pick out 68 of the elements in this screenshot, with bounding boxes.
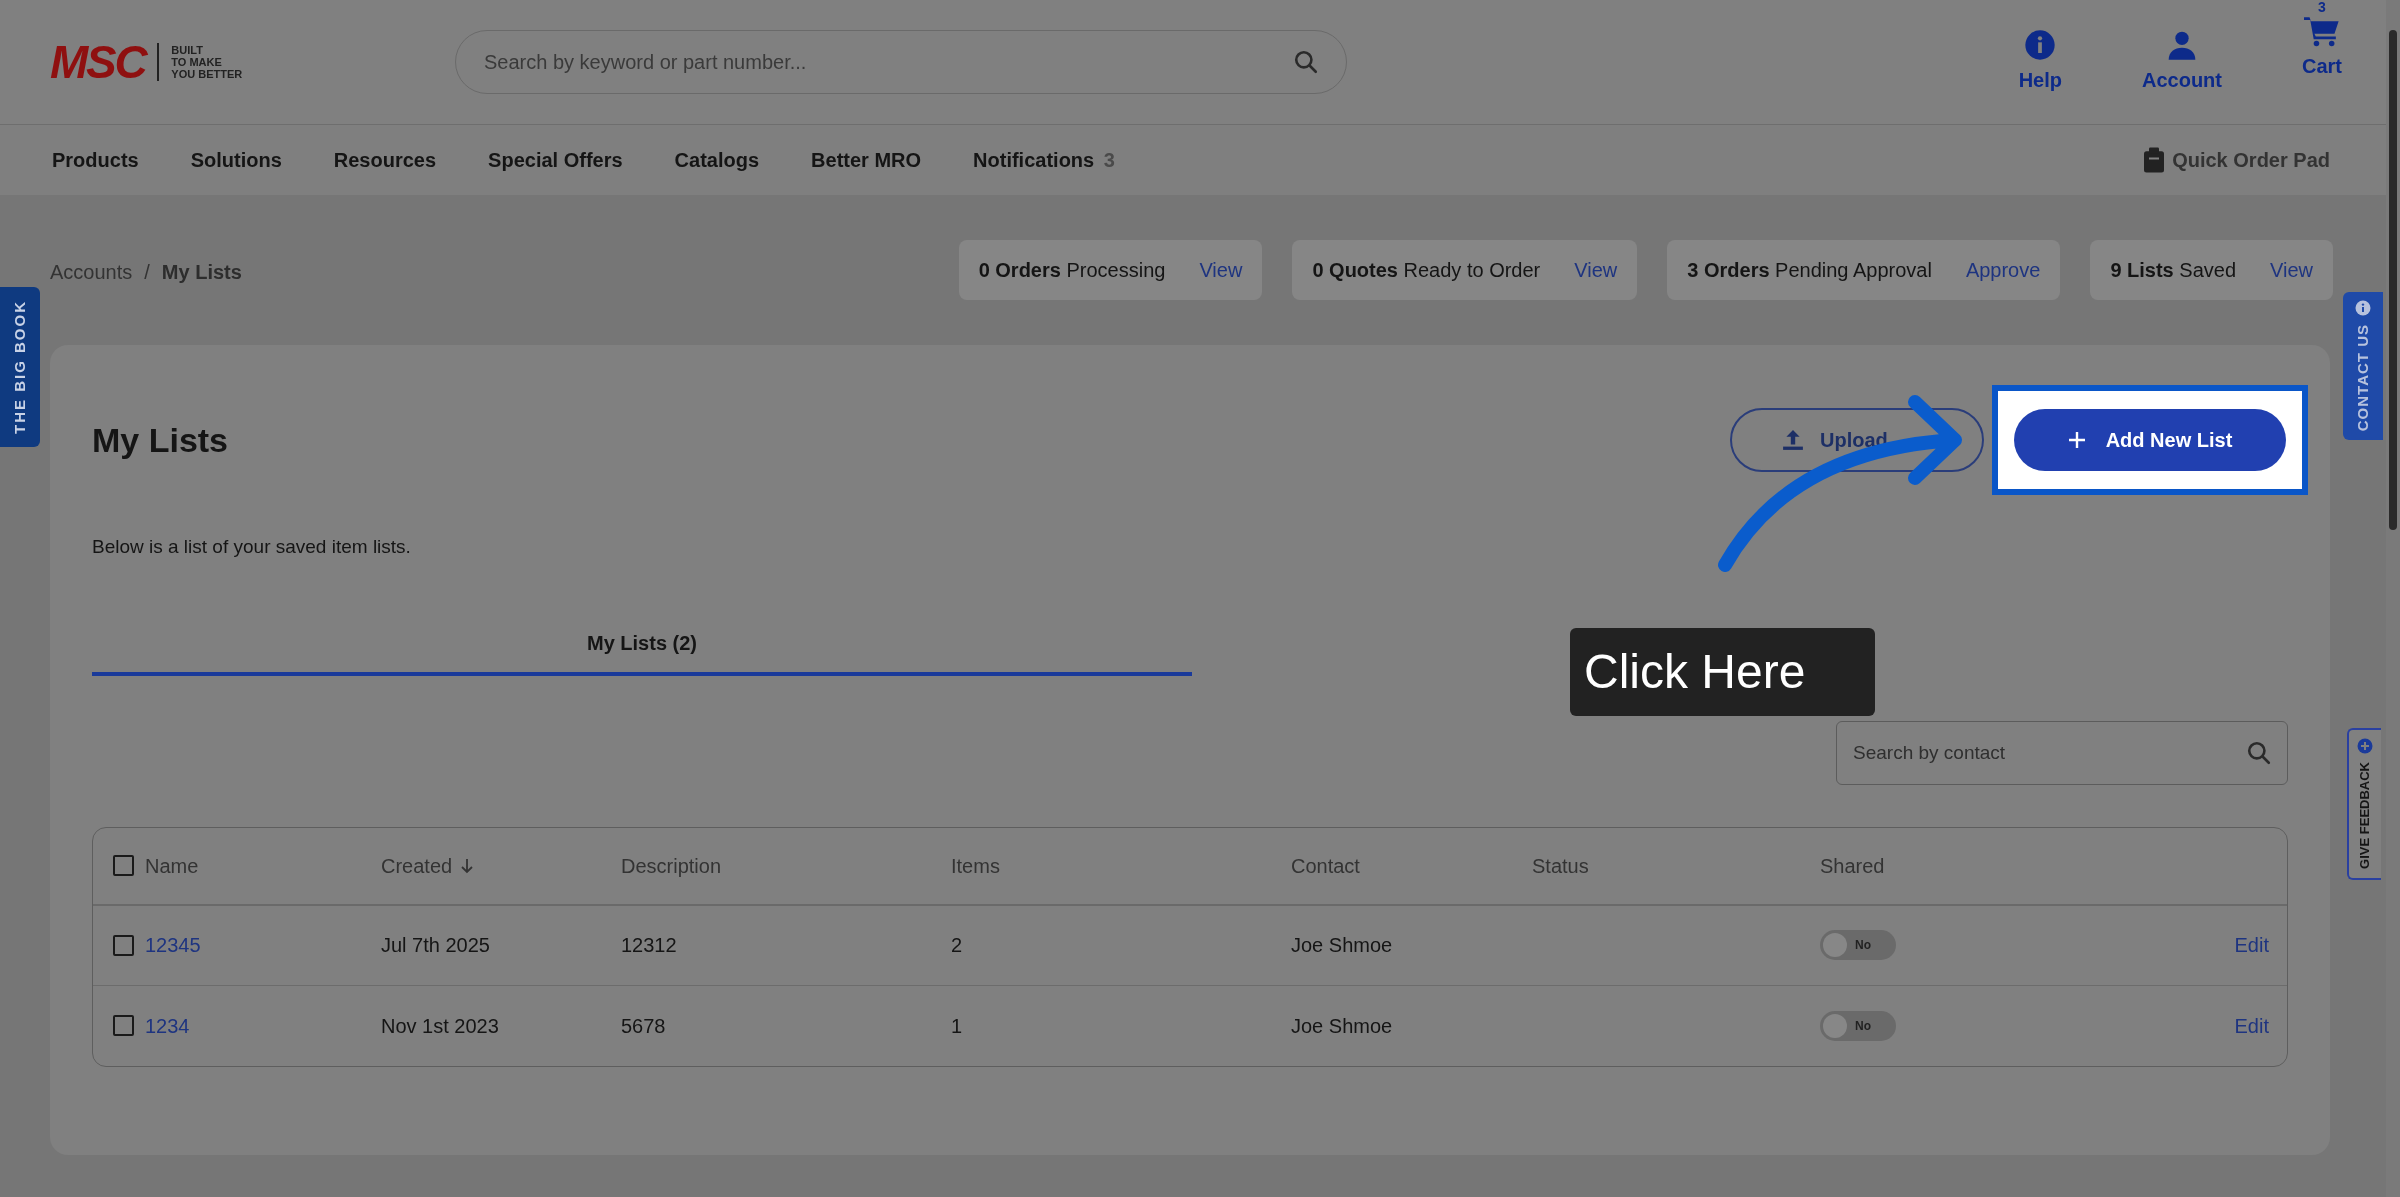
search-field[interactable]: Search by keyword or part number...: [455, 30, 1347, 94]
table-cell: Jul 7th 2025: [381, 934, 490, 956]
info-icon: [2355, 300, 2371, 317]
stat-text: 0 Orders Processing: [978, 258, 1166, 283]
nav-link[interactable]: Products: [52, 145, 139, 175]
nav-link[interactable]: Solutions: [190, 145, 282, 175]
cart-button[interactable]: 3 Cart: [2302, 0, 2342, 95]
table-cell: Joe Shmoe: [1291, 934, 1393, 956]
sort-down-icon: [460, 857, 475, 874]
search-icon: [1293, 49, 1319, 75]
list-name-link[interactable]: 1234: [145, 1014, 190, 1037]
plus-circle-icon: [2357, 738, 2373, 754]
checkbox[interactable]: [113, 934, 134, 956]
scrollbar-thumb[interactable]: [2389, 30, 2397, 530]
stat-link[interactable]: View: [2270, 255, 2313, 285]
nav-link[interactable]: Catalogs: [674, 145, 760, 175]
column-header: Items: [951, 853, 1000, 879]
stat-link[interactable]: View: [1199, 255, 1243, 285]
logo[interactable]: MSC BUILT TO MAKE YOU BETTER: [50, 39, 310, 85]
column-header: Name: [145, 853, 199, 879]
contact-us-tab[interactable]: CONTACT US: [2343, 292, 2383, 440]
cart-icon: [2304, 15, 2340, 47]
table-cell: Nov 1st 2023: [381, 1014, 499, 1037]
stat-link[interactable]: Approve: [1965, 255, 2041, 285]
column-header: Contact: [1291, 853, 1360, 879]
clipboard-icon: [2144, 147, 2165, 173]
table-cell: Joe Shmoe: [1291, 1014, 1393, 1037]
side-tab[interactable]: THE BIG BOOK: [0, 287, 40, 447]
column-header[interactable]: Created: [381, 850, 475, 881]
list-name-link[interactable]: 12345: [145, 934, 201, 956]
stat-link[interactable]: View: [1574, 255, 1618, 285]
help-button[interactable]: Help: [2018, 29, 2062, 95]
column-header: Shared: [1820, 853, 1885, 879]
shared-toggle[interactable]: No: [1820, 1010, 1896, 1041]
search-icon: [2246, 739, 2272, 766]
plus-icon: [2067, 431, 2086, 449]
shared-toggle[interactable]: No: [1820, 930, 1896, 960]
feedback-tab[interactable]: GIVE FEEDBACK: [2347, 728, 2381, 880]
table-cell: 5678: [621, 1014, 666, 1037]
person-icon: [2166, 29, 2198, 61]
table-cell: 12312: [621, 934, 677, 956]
nav-link[interactable]: Resources: [333, 145, 437, 175]
stat-text: 3 Orders Pending Approval: [1687, 258, 1932, 283]
breadcrumb-separator: /: [144, 260, 150, 285]
nav-link[interactable]: Better MRO: [811, 145, 922, 175]
stat-text: 0 Quotes Ready to Order: [1312, 258, 1541, 283]
nav-link[interactable]: Special Offers: [488, 145, 623, 175]
upload-icon: [1782, 429, 1804, 451]
checkbox[interactable]: [113, 1015, 134, 1036]
cart-count: 3: [2318, 0, 2326, 15]
account-button[interactable]: Account: [2142, 29, 2222, 95]
column-header: Status: [1532, 853, 1589, 879]
info-icon: [2024, 29, 2057, 61]
contact-search-field[interactable]: Search by contact: [1836, 720, 2288, 785]
page-title: My Lists: [92, 419, 229, 461]
tab[interactable]: My Lists (2): [92, 613, 1192, 676]
column-header: Description: [621, 853, 722, 879]
checkbox[interactable]: [113, 855, 134, 876]
stat-text: 9 Lists Saved: [2110, 258, 2236, 283]
edit-link[interactable]: Edit: [2234, 1010, 2269, 1041]
breadcrumb-link[interactable]: Accounts: [50, 257, 133, 287]
description-text: Below is a list of your saved item lists.: [92, 535, 412, 559]
table-cell: 2: [951, 934, 963, 956]
click-here-tooltip: Click Here: [1570, 628, 1875, 716]
edit-link[interactable]: Edit: [2234, 930, 2269, 960]
add-new-list-button[interactable]: Add New List: [2014, 409, 2286, 471]
table-cell: 1: [951, 1014, 963, 1037]
quick-order-link[interactable]: Quick Order Pad: [2144, 145, 2330, 175]
